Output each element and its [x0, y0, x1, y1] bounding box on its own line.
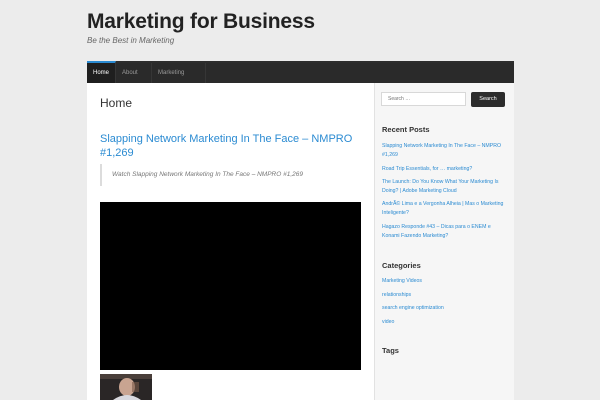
main-content: Home Slapping Network Marketing In The F…	[87, 83, 374, 400]
recent-post-link[interactable]: Slapping Network Marketing In The Face –…	[382, 142, 508, 159]
search-button[interactable]: Search	[471, 92, 505, 107]
site-tagline: Be the Best in Marketing	[87, 36, 175, 45]
person-thumbnail-image	[100, 374, 152, 400]
category-link[interactable]: relationships	[382, 291, 508, 300]
site-header: Marketing for Business Be the Best in Ma…	[0, 0, 600, 60]
post-title-link[interactable]: Slapping Network Marketing In The Face –…	[100, 132, 362, 160]
category-link[interactable]: search engine optimization	[382, 304, 508, 313]
site-title[interactable]: Marketing for Business	[87, 10, 315, 34]
post-blockquote: Watch Slapping Network Marketing In The …	[100, 164, 360, 186]
category-link[interactable]: video	[382, 318, 508, 327]
page-title: Home	[100, 96, 133, 110]
main-navigation: Home About Us Marketing Videos	[87, 61, 514, 96]
sidebar: Search Recent Posts Slapping Network Mar…	[374, 83, 514, 400]
recent-post-link[interactable]: Road Trip Essentials, for … marketing?	[382, 165, 508, 174]
recent-posts-heading: Recent Posts	[382, 125, 430, 134]
recent-post-link[interactable]: The Launch: Do You Know What Your Market…	[382, 178, 508, 195]
categories-heading: Categories	[382, 261, 421, 270]
category-link[interactable]: Marketing Videos	[382, 277, 508, 286]
tags-heading: Tags	[382, 346, 399, 355]
recent-post-link[interactable]: Hagazo Responde #43 – Dicas para o ENEM …	[382, 223, 508, 240]
nav-item-home[interactable]: Home	[87, 61, 116, 83]
video-player[interactable]	[100, 202, 361, 370]
recent-post-link[interactable]: AndrÃ© Lima e a Vergonha Alheia | Mas o …	[382, 200, 508, 217]
nav-item-about-us[interactable]: About Us	[116, 63, 152, 96]
video-thumbnail[interactable]	[100, 374, 152, 400]
nav-item-marketing-videos[interactable]: Marketing Videos	[152, 63, 206, 96]
search-input[interactable]	[381, 92, 466, 106]
